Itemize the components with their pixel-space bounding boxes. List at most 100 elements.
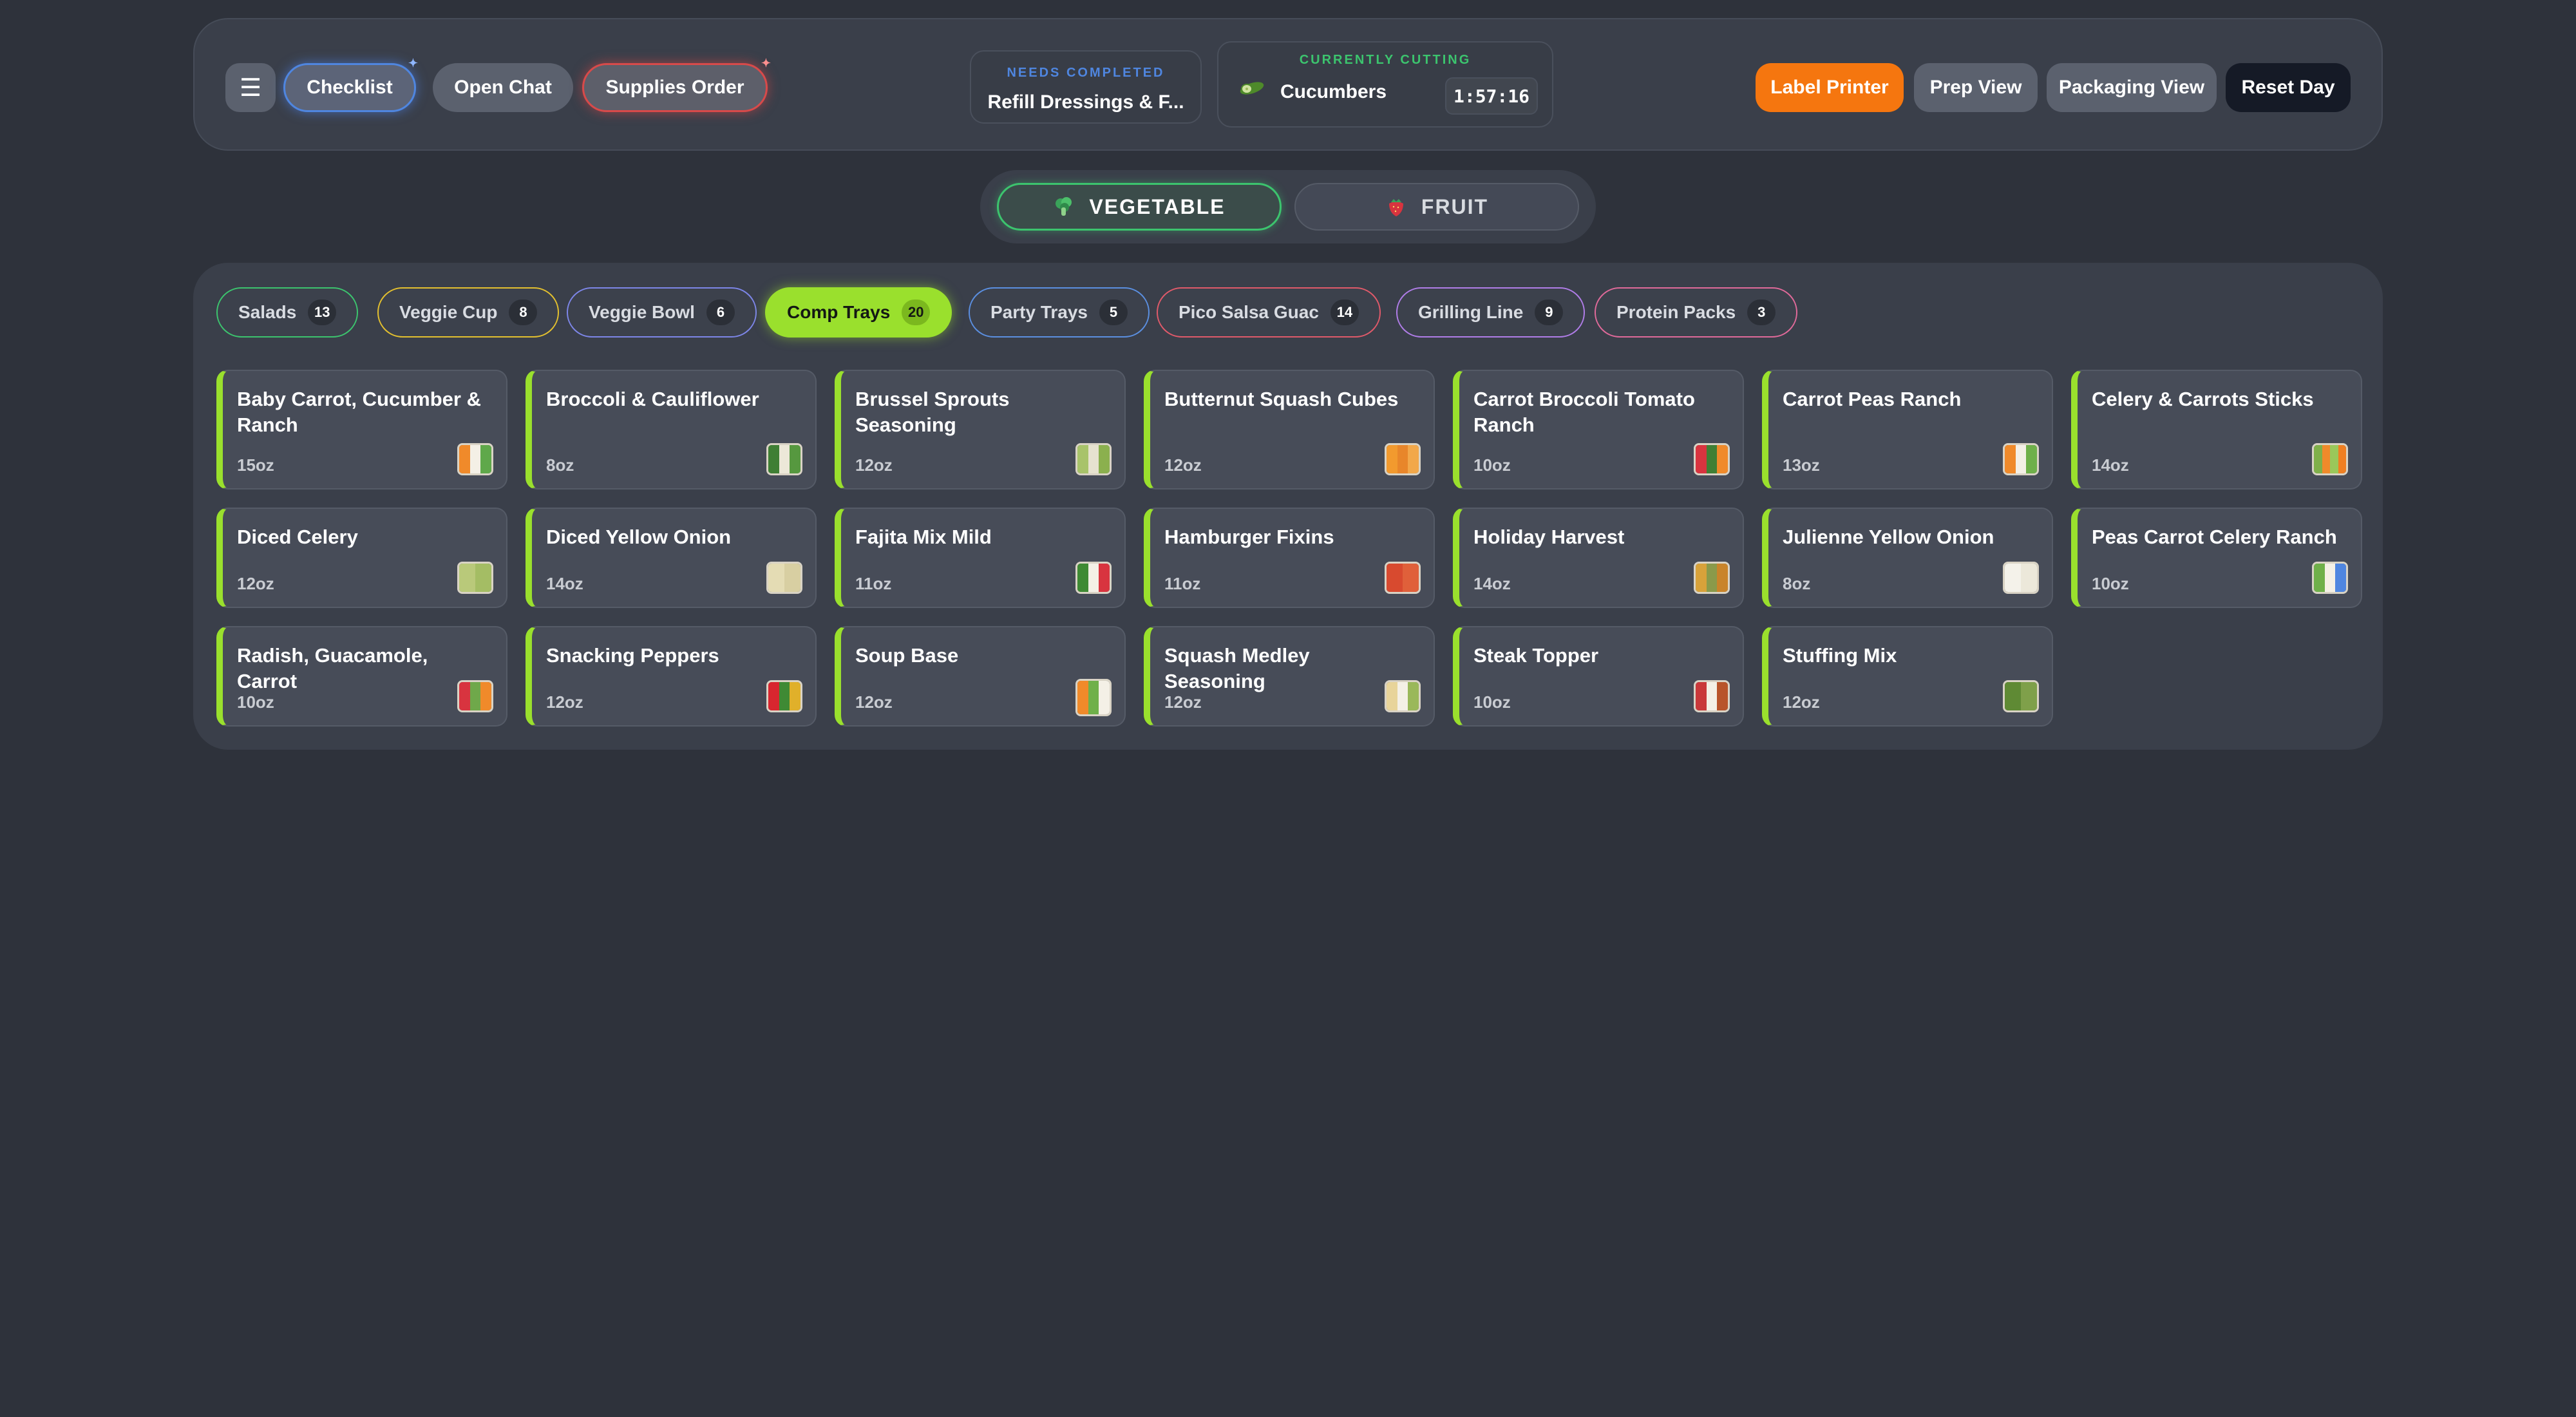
product-thumbnail xyxy=(2003,562,2039,594)
vegetable-tab[interactable]: VEGETABLE xyxy=(997,183,1282,231)
currently-cutting-box[interactable]: CURRENTLY CUTTING Cucumbers 1:57:16 xyxy=(1217,41,1553,128)
product-name: Hamburger Fixins xyxy=(1164,526,1334,548)
product-card[interactable]: Holiday Harvest 14oz xyxy=(1453,508,1744,608)
product-thumbnail xyxy=(457,680,493,712)
category-tab-comp-trays[interactable]: Comp Trays 20 xyxy=(765,287,952,338)
category-label: Protein Packs xyxy=(1616,302,1736,322)
product-card[interactable]: Diced Celery 12oz xyxy=(216,508,507,608)
menu-button[interactable]: ☰ xyxy=(225,63,276,112)
category-count: 9 xyxy=(1535,300,1564,325)
product-card[interactable]: Diced Yellow Onion 14oz xyxy=(526,508,817,608)
top-toolbar: ☰ Checklist ✦ Open Chat Supplies Order ✦… xyxy=(193,18,2383,151)
category-tab-protein-packs[interactable]: Protein Packs 3 xyxy=(1595,287,1798,338)
category-label: Comp Trays xyxy=(787,302,891,322)
product-name: Butternut Squash Cubes xyxy=(1164,388,1399,410)
category-label: Grilling Line xyxy=(1418,302,1524,322)
product-thumbnail xyxy=(1075,443,1112,475)
product-card[interactable]: Soup Base 12oz xyxy=(835,626,1126,727)
vegetable-label: VEGETABLE xyxy=(1089,195,1226,218)
product-name: Diced Celery xyxy=(237,526,358,548)
category-tab-salads[interactable]: Salads 13 xyxy=(216,287,359,338)
product-name: Holiday Harvest xyxy=(1473,526,1625,548)
fruit-tab[interactable]: FRUIT xyxy=(1294,183,1579,231)
product-size: 12oz xyxy=(546,692,583,712)
category-tab-party-trays[interactable]: Party Trays 5 xyxy=(969,287,1150,338)
product-card[interactable]: Steak Topper 10oz xyxy=(1453,626,1744,727)
checklist-button[interactable]: Checklist ✦ xyxy=(283,57,418,112)
packaging-view-button[interactable]: Packaging View xyxy=(2047,63,2217,112)
product-size: 14oz xyxy=(2092,455,2129,475)
product-thumbnail xyxy=(766,562,802,594)
product-name: Julienne Yellow Onion xyxy=(1783,526,1994,548)
product-card[interactable]: Hamburger Fixins 11oz xyxy=(1144,508,1435,608)
product-card[interactable]: Squash Medley Seasoning 12oz xyxy=(1144,626,1435,727)
product-name: Stuffing Mix xyxy=(1783,644,1897,667)
product-card[interactable]: Butternut Squash Cubes 12oz xyxy=(1144,370,1435,490)
category-tab-pico-salsa-guac[interactable]: Pico Salsa Guac 14 xyxy=(1157,287,1381,338)
product-card[interactable]: Celery & Carrots Sticks 14oz xyxy=(2071,370,2362,490)
reset-day-button[interactable]: Reset Day xyxy=(2226,63,2351,112)
sparkle-icon: ✦ xyxy=(761,57,771,70)
category-tab-grilling-line[interactable]: Grilling Line 9 xyxy=(1396,287,1586,338)
product-thumbnail xyxy=(457,562,493,594)
product-card[interactable]: Peas Carrot Celery Ranch 10oz xyxy=(2071,508,2362,608)
currently-cutting-item: Cucumbers xyxy=(1280,81,1387,102)
product-size: 10oz xyxy=(237,692,274,712)
product-card[interactable]: Fajita Mix Mild 11oz xyxy=(835,508,1126,608)
needs-completed-box[interactable]: NEEDS COMPLETED Refill Dressings & F... xyxy=(970,50,1202,124)
product-size: 10oz xyxy=(1473,692,1511,712)
category-count: 13 xyxy=(308,300,337,325)
product-card[interactable]: Carrot Broccoli Tomato Ranch 10oz xyxy=(1453,370,1744,490)
category-tab-veggie-cup[interactable]: Veggie Cup 8 xyxy=(377,287,560,338)
supplies-order-label: Supplies Order xyxy=(605,77,744,98)
product-size: 12oz xyxy=(855,692,893,712)
product-name: Fajita Mix Mild xyxy=(855,526,992,548)
product-thumbnail xyxy=(766,680,802,712)
checklist-label: Checklist xyxy=(307,77,393,98)
product-card[interactable]: Brussel Sprouts Seasoning 12oz xyxy=(835,370,1126,490)
product-size: 8oz xyxy=(546,455,574,475)
product-thumbnail xyxy=(2312,443,2348,475)
product-thumbnail xyxy=(1075,679,1112,716)
product-card[interactable]: Julienne Yellow Onion 8oz xyxy=(1762,508,2053,608)
product-thumbnail xyxy=(766,443,802,475)
label-printer-button[interactable]: Label Printer xyxy=(1756,63,1904,112)
product-name: Snacking Peppers xyxy=(546,644,719,667)
product-size: 11oz xyxy=(1164,574,1201,593)
open-chat-label: Open Chat xyxy=(454,77,552,98)
product-name: Soup Base xyxy=(855,644,959,667)
product-card[interactable]: Stuffing Mix 12oz xyxy=(1762,626,2053,727)
product-card[interactable]: Carrot Peas Ranch 13oz xyxy=(1762,370,2053,490)
product-thumbnail xyxy=(1694,680,1730,712)
prep-view-button[interactable]: Prep View xyxy=(1914,63,2038,112)
product-card[interactable]: Broccoli & Cauliflower 8oz xyxy=(526,370,817,490)
category-count: 6 xyxy=(706,300,735,325)
category-label: Party Trays xyxy=(990,302,1088,322)
supplies-order-button[interactable]: Supplies Order ✦ xyxy=(582,57,771,112)
prep-view-label: Prep View xyxy=(1929,77,2022,98)
packaging-view-label: Packaging View xyxy=(2058,77,2205,98)
category-tab-veggie-bowl[interactable]: Veggie Bowl 6 xyxy=(567,287,757,338)
product-thumbnail xyxy=(2003,680,2039,712)
open-chat-button[interactable]: Open Chat xyxy=(433,63,573,112)
product-size: 10oz xyxy=(1473,455,1511,475)
category-panel: Salads 13 Veggie Cup 8 Veggie Bowl 6 Com… xyxy=(193,263,2383,750)
product-size: 13oz xyxy=(1783,455,1820,475)
product-card[interactable]: Baby Carrot, Cucumber & Ranch 15oz xyxy=(216,370,507,490)
product-card[interactable]: Snacking Peppers 12oz xyxy=(526,626,817,727)
product-size: 11oz xyxy=(855,574,892,593)
cucumber-icon xyxy=(1240,82,1264,95)
product-thumbnail xyxy=(2312,562,2348,594)
product-thumbnail xyxy=(2003,443,2039,475)
product-name: Baby Carrot, Cucumber & Ranch xyxy=(237,388,481,436)
reset-day-label: Reset Day xyxy=(2241,77,2335,98)
product-name: Carrot Broccoli Tomato Ranch xyxy=(1473,388,1695,436)
cutting-timer: 1:57:16 xyxy=(1445,77,1538,115)
product-name: Squash Medley Seasoning xyxy=(1164,644,1310,692)
product-thumbnail xyxy=(457,443,493,475)
product-card[interactable]: Radish, Guacamole, Carrot 10oz xyxy=(216,626,507,727)
category-count: 20 xyxy=(902,300,931,325)
product-name: Brussel Sprouts Seasoning xyxy=(855,388,1010,436)
product-size: 12oz xyxy=(1164,455,1202,475)
category-label: Salads xyxy=(238,302,297,322)
